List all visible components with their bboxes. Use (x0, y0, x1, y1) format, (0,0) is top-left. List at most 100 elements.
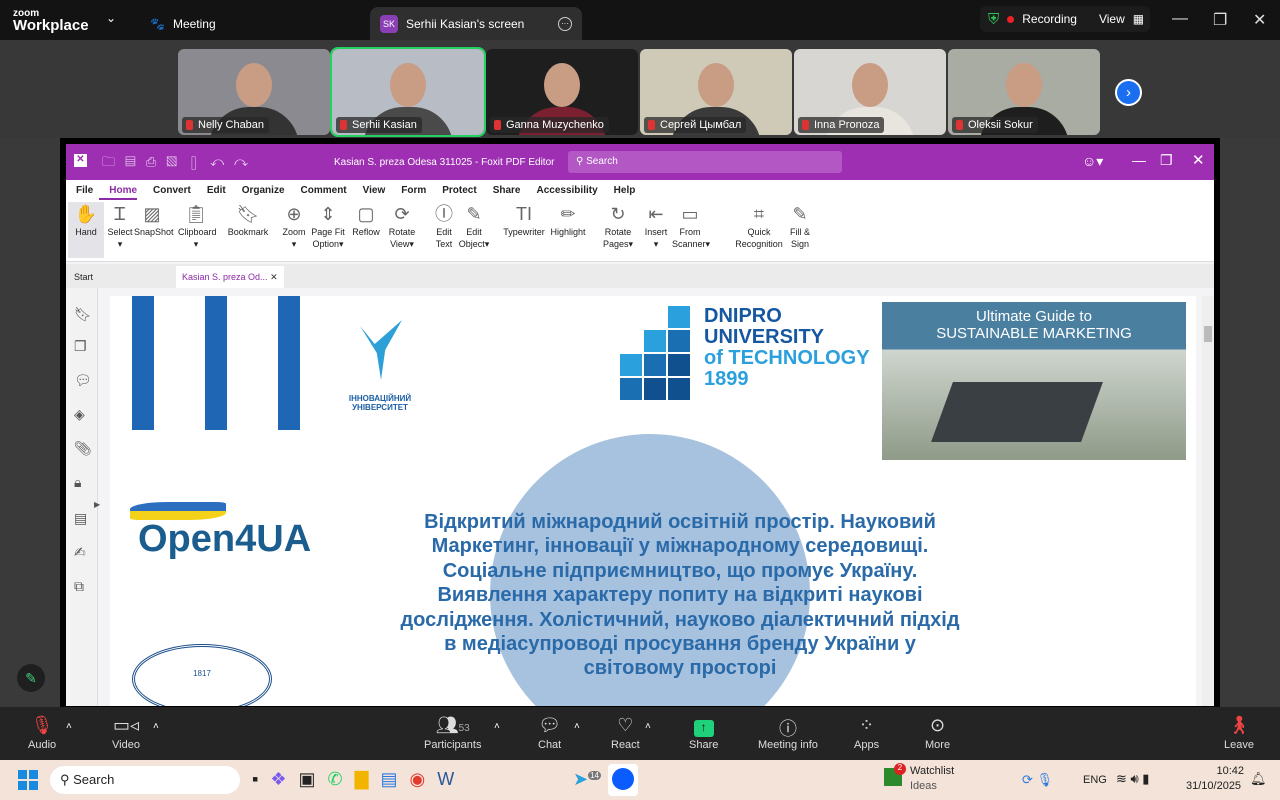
ribbon-hand-button[interactable]: ✋ Hand (68, 202, 104, 258)
account-icon[interactable]: ☺▾ (1082, 153, 1103, 170)
watchlist-icon[interactable]: 2 (884, 763, 906, 786)
restore-button[interactable]: ❐ (1213, 10, 1227, 30)
ribbon-quick-button[interactable]: ⌗ Quick Recognition (730, 202, 788, 250)
taskbar-search[interactable]: ⚲ Search (50, 766, 240, 794)
ribbon-reflow-button[interactable]: ▢ Reflow (348, 202, 384, 238)
audio-options-caret[interactable]: ˄ (66, 721, 72, 732)
vertical-scrollbar[interactable] (1202, 296, 1214, 706)
react-button[interactable]: ♡ React (611, 715, 640, 751)
attachment-icon[interactable]: 📎︎ (74, 440, 92, 457)
leave-button[interactable]: 🚶︎ Leave (1224, 715, 1254, 751)
start-button[interactable] (18, 770, 38, 790)
signature-icon[interactable]: ✍︎ (74, 544, 86, 561)
share-button[interactable]: ↑ Share (689, 715, 718, 751)
chat-button[interactable]: 💬︎ Chat (538, 715, 561, 751)
minimize-button[interactable]: — (1132, 152, 1146, 168)
ribbon-zoom-button[interactable]: ⊕ Zoom ▾ (276, 202, 312, 250)
video-button[interactable]: ▭◃ Video (112, 715, 140, 751)
annotate-pencil-button[interactable]: ✎ (17, 664, 45, 692)
tab-start[interactable]: Start (74, 272, 93, 282)
close-button[interactable]: ✕ (1192, 151, 1205, 169)
view-button[interactable]: View (1099, 12, 1125, 26)
ribbon-edit-button[interactable]: ✎ Edit Object▾ (456, 202, 492, 250)
lock-icon[interactable]: 🔒︎ (74, 474, 81, 491)
tab-meeting[interactable]: 🐾 Meeting (140, 7, 226, 40)
chevron-down-icon[interactable]: ⌄ (106, 11, 116, 25)
next-page-button[interactable]: › (1115, 79, 1142, 106)
ribbon-select-button[interactable]: Ꮖ Select ▾ (102, 202, 138, 250)
close-button[interactable]: ✕ (1253, 10, 1266, 30)
ribbon-insert-button[interactable]: ⇤ Insert ▾ (638, 202, 674, 250)
notification-icon[interactable]: 🔔︎ (1250, 771, 1267, 787)
menu-view[interactable]: View (353, 180, 386, 200)
ribbon-snapshot-button[interactable]: ▨ SnapShot (134, 202, 174, 238)
pages-icon[interactable]: ❐ (74, 338, 87, 355)
react-caret[interactable]: ˄ (645, 721, 651, 732)
watchlist-title: Watchlist (910, 765, 955, 777)
ribbon-rotate-button[interactable]: ⟳ Rotate View▾ (384, 202, 420, 250)
more-icon[interactable]: ··· (558, 16, 572, 31)
tab-shared-screen[interactable]: SK Serhii Kasian's screen ··· (370, 7, 582, 40)
clock-date[interactable]: 31/10/2025 (1186, 780, 1241, 792)
wifi-volume-battery-icons[interactable]: ≋ 🔊︎ ▮ (1116, 771, 1149, 787)
apps-button[interactable]: ⁘ Apps (854, 715, 879, 751)
seal-year: 1817 (193, 669, 211, 678)
menu-share[interactable]: Share (483, 180, 521, 200)
participants-button[interactable]: 👥︎53 Participants (424, 715, 481, 751)
expand-panel-icon[interactable]: ▶ (94, 500, 100, 509)
ribbon-highlight-button[interactable]: ✏︎ Highlight (550, 202, 586, 238)
ribbon-rotate-button[interactable]: ↻ Rotate Pages▾ (600, 202, 636, 250)
pinned-apps[interactable]: ▪❖▣✆▇▤◉W (252, 769, 466, 790)
participant-tile[interactable]: Nelly Chaban (178, 49, 330, 135)
compare-icon[interactable]: ⧉ (74, 578, 84, 595)
search-input[interactable]: ⚲ Search (568, 151, 842, 173)
stripe (205, 296, 227, 430)
comment-icon[interactable]: 💬︎ (74, 372, 92, 389)
chat-caret[interactable]: ˄ (574, 721, 580, 732)
menu-edit[interactable]: Edit (197, 180, 226, 200)
ribbon-pagefit-button[interactable]: ⇕ Page Fit Option▾ (310, 202, 346, 250)
ribbon-clipboard-button[interactable]: 📋︎ Clipboard ▾ (178, 202, 217, 250)
minimize-button[interactable]: — (1172, 10, 1188, 28)
menu-home[interactable]: Home (99, 180, 138, 200)
meeting-info-button[interactable]: ⓘ Meeting info (758, 715, 818, 751)
menu-accessibility[interactable]: Accessibility (527, 180, 598, 200)
quick-access-icons[interactable]: 🗀▤⎙▧▯↶↷ (102, 153, 258, 175)
menu-convert[interactable]: Convert (143, 180, 191, 200)
participant-tile[interactable]: Ganna Muzychenko (486, 49, 638, 135)
layers-icon[interactable]: ◈ (74, 406, 85, 423)
menu-file[interactable]: File (66, 180, 93, 200)
clock-time[interactable]: 10:42 (1190, 765, 1244, 777)
label: Hand (75, 227, 97, 237)
participant-tile[interactable]: Inna Pronoza (794, 49, 946, 135)
participant-tile[interactable]: Oleksii Sokur (948, 49, 1100, 135)
bookmark-icon[interactable]: 🔖︎ (74, 306, 92, 323)
menu-protect[interactable]: Protect (432, 180, 476, 200)
menu-organize[interactable]: Organize (232, 180, 285, 200)
audio-button[interactable]: 🎙︎ Audio (28, 715, 56, 751)
sync-icon[interactable]: ⟳ 🎙︎ (1022, 772, 1053, 788)
participant-face (390, 63, 426, 107)
clipboard-icon: 📋︎ (184, 204, 208, 224)
zoom-taskbar-app[interactable] (608, 764, 638, 796)
tab-document[interactable]: Kasian S. preza Od... ✕ (176, 266, 284, 288)
ribbon-fill-button[interactable]: ✎ Fill & Sign (782, 202, 818, 250)
restore-button[interactable]: ❐ (1160, 152, 1173, 169)
ribbon-bookmark-button[interactable]: 🔖︎ Bookmark (226, 202, 270, 238)
close-tab-icon[interactable]: ✕ (270, 272, 278, 282)
language-indicator[interactable]: ENG (1083, 774, 1107, 786)
telegram-icon[interactable]: ➤ 14 (573, 769, 601, 790)
video-options-caret[interactable]: ˄ (153, 721, 159, 732)
menu-help[interactable]: Help (604, 180, 636, 200)
menu-comment[interactable]: Comment (291, 180, 347, 200)
scrollbar-thumb[interactable] (1204, 326, 1212, 342)
form-icon[interactable]: ▤ (74, 510, 87, 527)
ribbon-from-button[interactable]: ▭ From Scanner▾ (672, 202, 710, 250)
more-button[interactable]: ⊙ More (925, 715, 950, 751)
participants-caret[interactable]: ˄ (494, 721, 500, 732)
participant-tile[interactable]: Serhii Kasian (330, 47, 486, 137)
menu-form[interactable]: Form (391, 180, 426, 200)
participant-name: Сергей Цымбал (644, 117, 747, 133)
participant-tile[interactable]: Сергей Цымбал (640, 49, 792, 135)
ribbon-typewriter-button[interactable]: TI Typewriter (500, 202, 548, 238)
